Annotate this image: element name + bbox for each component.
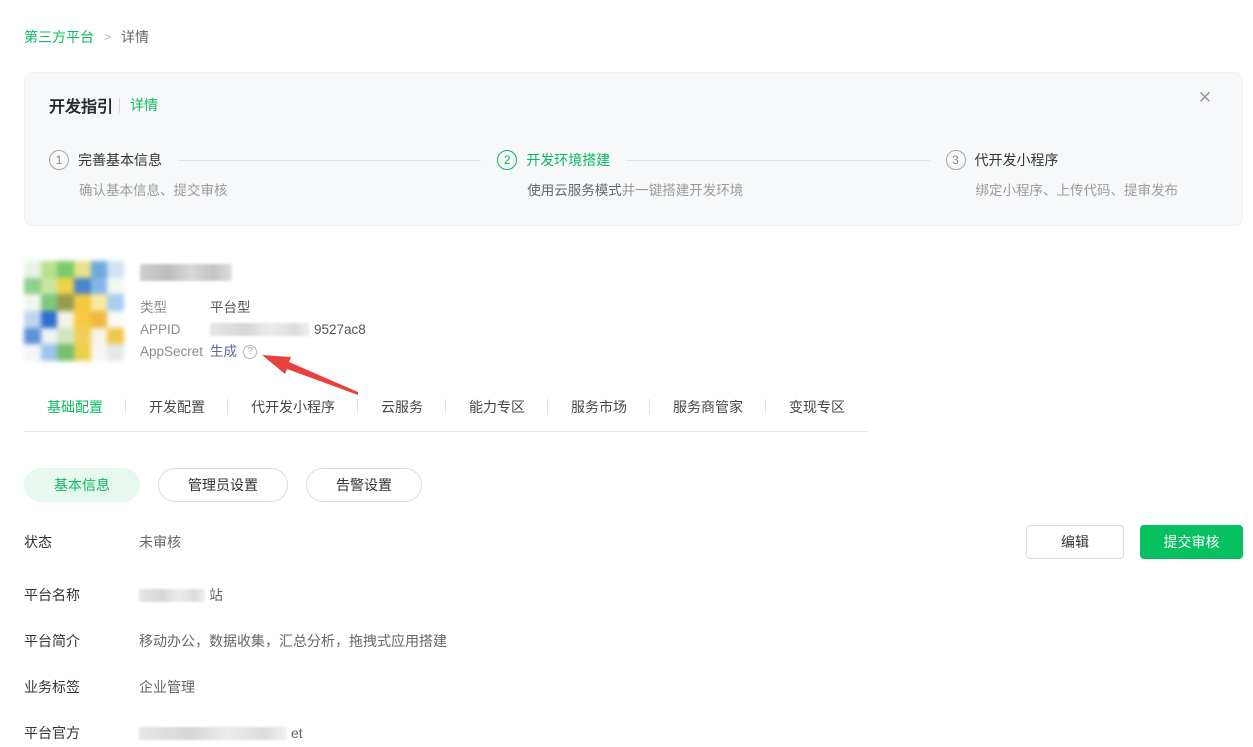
platform-intro-label: 平台简介	[24, 631, 139, 651]
row-platform-name: 平台名称 站	[24, 585, 1243, 605]
step-connector	[626, 160, 929, 161]
platform-official-label: 平台官方	[24, 723, 139, 743]
step-3-desc: 绑定小程序、上传代码、提审发布	[976, 179, 1179, 199]
profile-info: 类型 平台型 APPID 9527ac8 AppSecret 生成 ?	[140, 261, 366, 363]
status-label: 状态	[24, 532, 139, 552]
tab-service-market[interactable]: 服务市场	[548, 397, 650, 431]
subtab-alert-settings[interactable]: 告警设置	[306, 468, 422, 502]
row-status: 状态 未审核 编辑 提交审核	[24, 532, 1243, 559]
step-1-title: 完善基本信息	[78, 150, 162, 170]
main-tabs: 基础配置 开发配置 代开发小程序 云服务 能力专区 服务市场 服务商管家 变现专…	[24, 397, 868, 432]
step-complete-basic-info: 1 完善基本信息 确认基本信息、提交审核	[49, 150, 497, 199]
breadcrumb: 第三方平台 > 详情	[24, 0, 1243, 47]
sub-tabs: 基本信息 管理员设置 告警设置	[24, 468, 1243, 502]
platform-intro-value: 移动办公，数据收集，汇总分析，拖拽式应用搭建	[139, 631, 447, 651]
appid-label: APPID	[140, 319, 210, 341]
step-3-number: 3	[946, 150, 966, 170]
step-2-desc-emphasis: 使用云服务模式	[527, 183, 622, 198]
breadcrumb-current: 详情	[121, 27, 149, 47]
platform-official-suffix: et	[291, 725, 303, 741]
type-label: 类型	[140, 297, 210, 319]
subtab-admin-settings[interactable]: 管理员设置	[158, 468, 288, 502]
generate-appsecret-link[interactable]: 生成	[210, 341, 237, 363]
appid-suffix: 9527ac8	[314, 322, 366, 337]
tab-delegated-miniprogram[interactable]: 代开发小程序	[228, 397, 358, 431]
step-1-number: 1	[49, 150, 69, 170]
close-icon[interactable]: ✕	[1198, 89, 1212, 106]
submit-review-button[interactable]: 提交审核	[1140, 525, 1243, 559]
breadcrumb-root-link[interactable]: 第三方平台	[24, 27, 94, 47]
appid-redacted	[210, 323, 310, 336]
tab-dev-config[interactable]: 开发配置	[126, 397, 228, 431]
profile-row-appid: APPID 9527ac8	[140, 319, 366, 341]
step-2-title: 开发环境搭建	[526, 150, 610, 170]
platform-name-suffix: 站	[209, 587, 223, 603]
platform-name-redacted	[140, 264, 232, 281]
page: 第三方平台 > 详情 开发指引 详情 ✕ 1 完善基本信息 确认基本信息、提交审…	[0, 0, 1253, 743]
platform-name-redacted	[139, 589, 205, 602]
row-actions: 编辑 提交审核	[1026, 525, 1243, 559]
platform-name-value: 站	[139, 585, 223, 605]
guide-detail-link[interactable]: 详情	[130, 95, 158, 115]
row-platform-official: 平台官方 et	[24, 723, 1243, 743]
platform-profile: 类型 平台型 APPID 9527ac8 AppSecret 生成 ?	[24, 261, 1243, 363]
divider	[119, 98, 120, 113]
row-platform-intro: 平台简介 移动办公，数据收集，汇总分析，拖拽式应用搭建	[24, 631, 1243, 651]
platform-name-label: 平台名称	[24, 585, 139, 605]
business-tag-value: 企业管理	[139, 677, 195, 697]
tab-cloud-service[interactable]: 云服务	[358, 397, 446, 431]
row-business-tag: 业务标签 企业管理	[24, 677, 1243, 697]
tab-basic-config[interactable]: 基础配置	[24, 397, 126, 431]
avatar	[24, 261, 124, 361]
platform-official-value: et	[139, 723, 303, 743]
dev-guide-card: 开发指引 详情 ✕ 1 完善基本信息 确认基本信息、提交审核 2 开发环境搭建	[24, 72, 1243, 226]
tab-monetization-zone[interactable]: 变现专区	[766, 397, 868, 431]
appsecret-label: AppSecret	[140, 341, 210, 363]
business-tag-label: 业务标签	[24, 677, 139, 697]
guide-steps: 1 完善基本信息 确认基本信息、提交审核 2 开发环境搭建 使用云服务模式并一键…	[49, 150, 1218, 199]
tab-provider-manager[interactable]: 服务商管家	[650, 397, 766, 431]
step-3-title: 代开发小程序	[975, 150, 1059, 170]
step-1-desc: 确认基本信息、提交审核	[79, 179, 497, 199]
edit-button[interactable]: 编辑	[1026, 525, 1124, 559]
step-connector	[178, 160, 481, 161]
guide-title: 开发指引	[49, 93, 113, 117]
type-value: 平台型	[210, 297, 251, 319]
status-value: 未审核	[139, 532, 181, 552]
subtab-basic-info[interactable]: 基本信息	[24, 468, 140, 502]
step-delegated-miniprogram: 3 代开发小程序 绑定小程序、上传代码、提审发布	[946, 150, 1219, 199]
profile-row-appsecret: AppSecret 生成 ?	[140, 341, 366, 363]
step-2-number: 2	[497, 150, 517, 170]
help-icon[interactable]: ?	[243, 345, 257, 359]
tab-capability-zone[interactable]: 能力专区	[446, 397, 548, 431]
step-2-desc-rest: 并一键搭建开发环境	[622, 183, 744, 198]
platform-official-redacted	[139, 727, 287, 740]
step-dev-environment: 2 开发环境搭建 使用云服务模式并一键搭建开发环境	[497, 150, 945, 199]
guide-header: 开发指引 详情	[49, 93, 1218, 117]
profile-row-type: 类型 平台型	[140, 297, 366, 319]
step-2-desc: 使用云服务模式并一键搭建开发环境	[527, 179, 945, 199]
appid-value: 9527ac8	[210, 319, 366, 341]
breadcrumb-separator: >	[104, 30, 111, 44]
basic-info-panel: 状态 未审核 编辑 提交审核 平台名称 站 平台简介 移动办公，数据收集，汇总分…	[24, 532, 1243, 743]
